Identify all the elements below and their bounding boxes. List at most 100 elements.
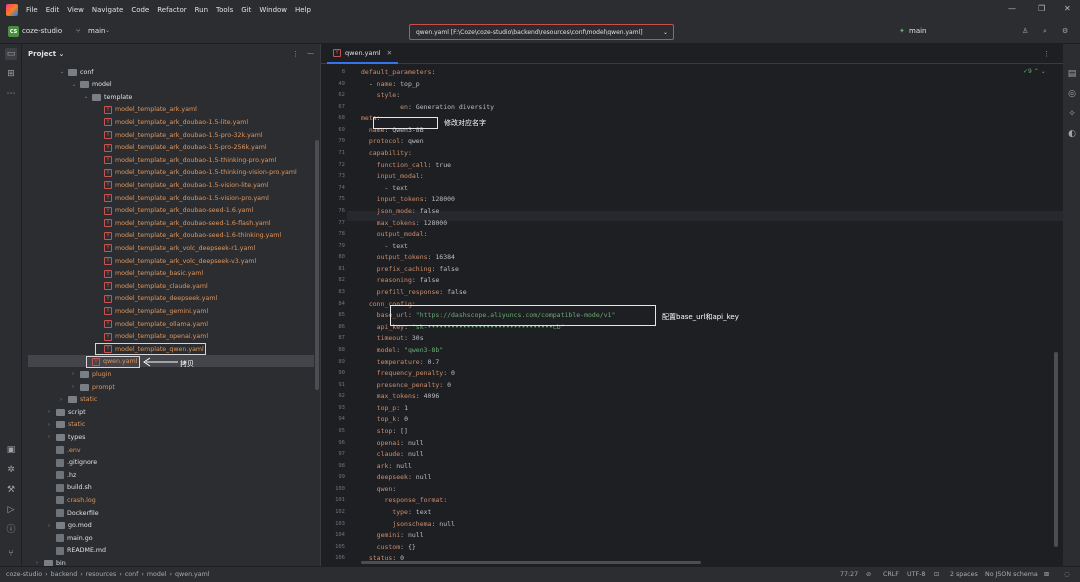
more-options-icon[interactable]: ⋮ — [1043, 50, 1050, 58]
database-icon[interactable]: ◎ — [1066, 88, 1078, 100]
code-line[interactable]: capability: — [361, 149, 412, 157]
tree-item[interactable]: Ymodel_template_basic.yaml — [96, 268, 203, 280]
maximize-icon[interactable]: ❐ — [1038, 4, 1045, 13]
chevron-right-icon[interactable]: › — [48, 434, 56, 440]
cursor-position[interactable]: 77:27 — [840, 571, 858, 578]
tree-item[interactable]: Ymodel_template_ark_doubao-1.5-vision-pr… — [96, 192, 269, 204]
chevron-right-icon[interactable]: › — [48, 409, 56, 415]
file-status-icon[interactable]: ⊘ — [866, 571, 871, 578]
more-icon[interactable]: ⋯ — [5, 88, 17, 100]
code-line[interactable]: en: Generation diversity — [361, 103, 494, 111]
lock-icon[interactable]: ⊠ — [1044, 571, 1049, 578]
code-line[interactable]: claude: null — [361, 450, 424, 458]
code-line[interactable]: custom: {} — [361, 543, 416, 551]
tree-item[interactable]: Ymodel_template_ark_doubao-1.5-vision-li… — [96, 179, 269, 191]
code-line[interactable]: - name: top_p — [361, 80, 420, 88]
ai-assistant-icon[interactable]: ✧ — [1066, 108, 1078, 120]
tree-item[interactable]: .hz — [48, 469, 76, 481]
notifications-icon[interactable]: ▤ — [1066, 68, 1078, 80]
code-line[interactable]: response_format: — [361, 496, 447, 504]
tree-item[interactable]: Ymodel_template_claude.yaml — [96, 280, 208, 292]
code-line[interactable]: top_k: 0 — [361, 415, 408, 423]
code-line[interactable]: max_tokens: 128000 — [361, 219, 447, 227]
code-line[interactable]: prefill_response: false — [361, 288, 467, 296]
tree-item[interactable]: › go.mod — [48, 520, 92, 532]
code-line[interactable]: deepseek: null — [361, 473, 432, 481]
menu-item-edit[interactable]: Edit — [46, 6, 60, 14]
file-path-title[interactable]: qwen.yaml [F:\Coze\coze-studio\backend\r… — [409, 24, 674, 40]
menu-item-run[interactable]: Run — [195, 6, 208, 14]
code-line[interactable]: default_parameters: — [361, 68, 435, 76]
breadcrumb-item[interactable]: conf — [125, 571, 139, 578]
tab-qwen-yaml[interactable]: Y qwen.yaml ✕ — [327, 44, 399, 64]
readonly-lock-icon[interactable]: ⊡ — [934, 571, 939, 578]
code-line[interactable]: model: "qwen3-8b" — [361, 346, 444, 354]
code-line[interactable]: ark: null — [361, 462, 412, 470]
tree-item[interactable]: › static — [60, 394, 97, 406]
terminal-icon[interactable]: ▣ — [5, 444, 17, 456]
code-line[interactable]: - text — [361, 184, 408, 192]
code-line[interactable]: prefix_caching: false — [361, 265, 459, 273]
chevron-right-icon[interactable]: › — [72, 384, 80, 390]
code-line[interactable]: reasoning: false — [361, 276, 440, 284]
git-icon[interactable]: ⑂ — [5, 548, 17, 560]
json-schema[interactable]: No JSON schema — [985, 571, 1038, 578]
code-line[interactable]: output_modal: — [361, 230, 428, 238]
chevron-right-icon[interactable]: › — [60, 397, 68, 403]
tree-item[interactable]: Ymodel_template_gemini.yaml — [96, 305, 208, 317]
tree-item[interactable]: Ymodel_template_ark_volc_deepseek-r1.yam… — [96, 242, 255, 254]
menu-item-code[interactable]: Code — [131, 6, 149, 14]
code-line[interactable]: function_call: true — [361, 161, 451, 169]
code-line[interactable]: input_modal: — [361, 172, 424, 180]
code-line[interactable]: timeout: 30s — [361, 334, 424, 342]
menu-item-tools[interactable]: Tools — [216, 6, 233, 14]
settings-icon[interactable]: ⚙ — [1062, 27, 1068, 35]
project-name[interactable]: coze-studio — [22, 27, 62, 35]
code-line[interactable]: openai: null — [361, 439, 424, 447]
breadcrumb-item[interactable]: backend — [51, 571, 78, 578]
tree-item[interactable]: Ymodel_template_ark_doubao-1.5-thinking-… — [96, 167, 297, 179]
close-window-icon[interactable]: ✕ — [1064, 4, 1071, 13]
breadcrumb-item[interactable]: model — [147, 571, 167, 578]
tree-item[interactable]: .gitignore — [48, 457, 97, 469]
editor-scrollbar[interactable] — [1054, 352, 1058, 547]
problems-icon[interactable]: ⓘ — [5, 524, 17, 536]
folder-icon[interactable]: ▭ — [5, 48, 17, 60]
services-icon[interactable]: ▷ — [5, 504, 17, 516]
menu-item-window[interactable]: Window — [259, 6, 287, 14]
tree-item[interactable]: Ymodel_template_ark.yaml — [96, 104, 197, 116]
search-icon[interactable]: ⌕ — [1043, 27, 1047, 36]
hide-panel-icon[interactable]: — — [307, 49, 314, 57]
tree-item[interactable]: crash.log — [48, 494, 96, 506]
notification-icon[interactable]: ◌ — [1064, 571, 1070, 578]
branch-name[interactable]: main — [88, 27, 106, 35]
tree-item[interactable]: ⌄ conf — [60, 66, 94, 78]
menu-item-view[interactable]: View — [67, 6, 84, 14]
project-scrollbar[interactable] — [315, 140, 319, 390]
line-separator[interactable]: CRLF — [883, 571, 899, 578]
code-line[interactable]: temperature: 0.7 — [361, 358, 440, 366]
indent-setting[interactable]: 2 spaces — [950, 571, 978, 578]
code-line[interactable]: style: — [361, 91, 401, 99]
code-line[interactable]: max_tokens: 4096 — [361, 392, 440, 400]
chevron-down-icon[interactable]: ⌄ — [105, 27, 110, 34]
tree-item[interactable]: Ymodel_template_ark_doubao-seed-1.6-flas… — [96, 217, 271, 229]
menu-item-help[interactable]: Help — [295, 6, 311, 14]
tree-item[interactable]: Ymodel_template_ark_doubao-seed-1.6-thin… — [96, 230, 281, 242]
user-icon[interactable]: ♙ — [1022, 27, 1028, 35]
tree-item[interactable]: Ymodel_template_ollama.yaml — [96, 318, 208, 330]
code-line[interactable]: qwen: — [361, 485, 397, 493]
tree-item[interactable]: Ymodel_template_ark_doubao-1.5-lite.yaml — [96, 116, 248, 128]
tree-item[interactable]: Ymodel_template_deepseek.yaml — [96, 293, 217, 305]
code-line[interactable]: stop: [] — [361, 427, 408, 435]
menu-item-git[interactable]: Git — [241, 6, 251, 14]
debug-icon[interactable]: ✲ — [5, 464, 17, 476]
tree-item[interactable]: Dockerfile — [48, 507, 99, 519]
structure-icon[interactable]: ⊞ — [5, 68, 17, 80]
menu-item-refactor[interactable]: Refactor — [157, 6, 186, 14]
code-line[interactable]: protocol: qwen — [361, 137, 424, 145]
tree-item[interactable]: Ymodel_template_ark_doubao-seed-1.6.yaml — [96, 205, 253, 217]
chevron-down-icon[interactable]: ⌄ — [60, 69, 68, 75]
coverage-icon[interactable]: ◐ — [1066, 128, 1078, 140]
code-line[interactable]: jsonschema: null — [361, 520, 455, 528]
